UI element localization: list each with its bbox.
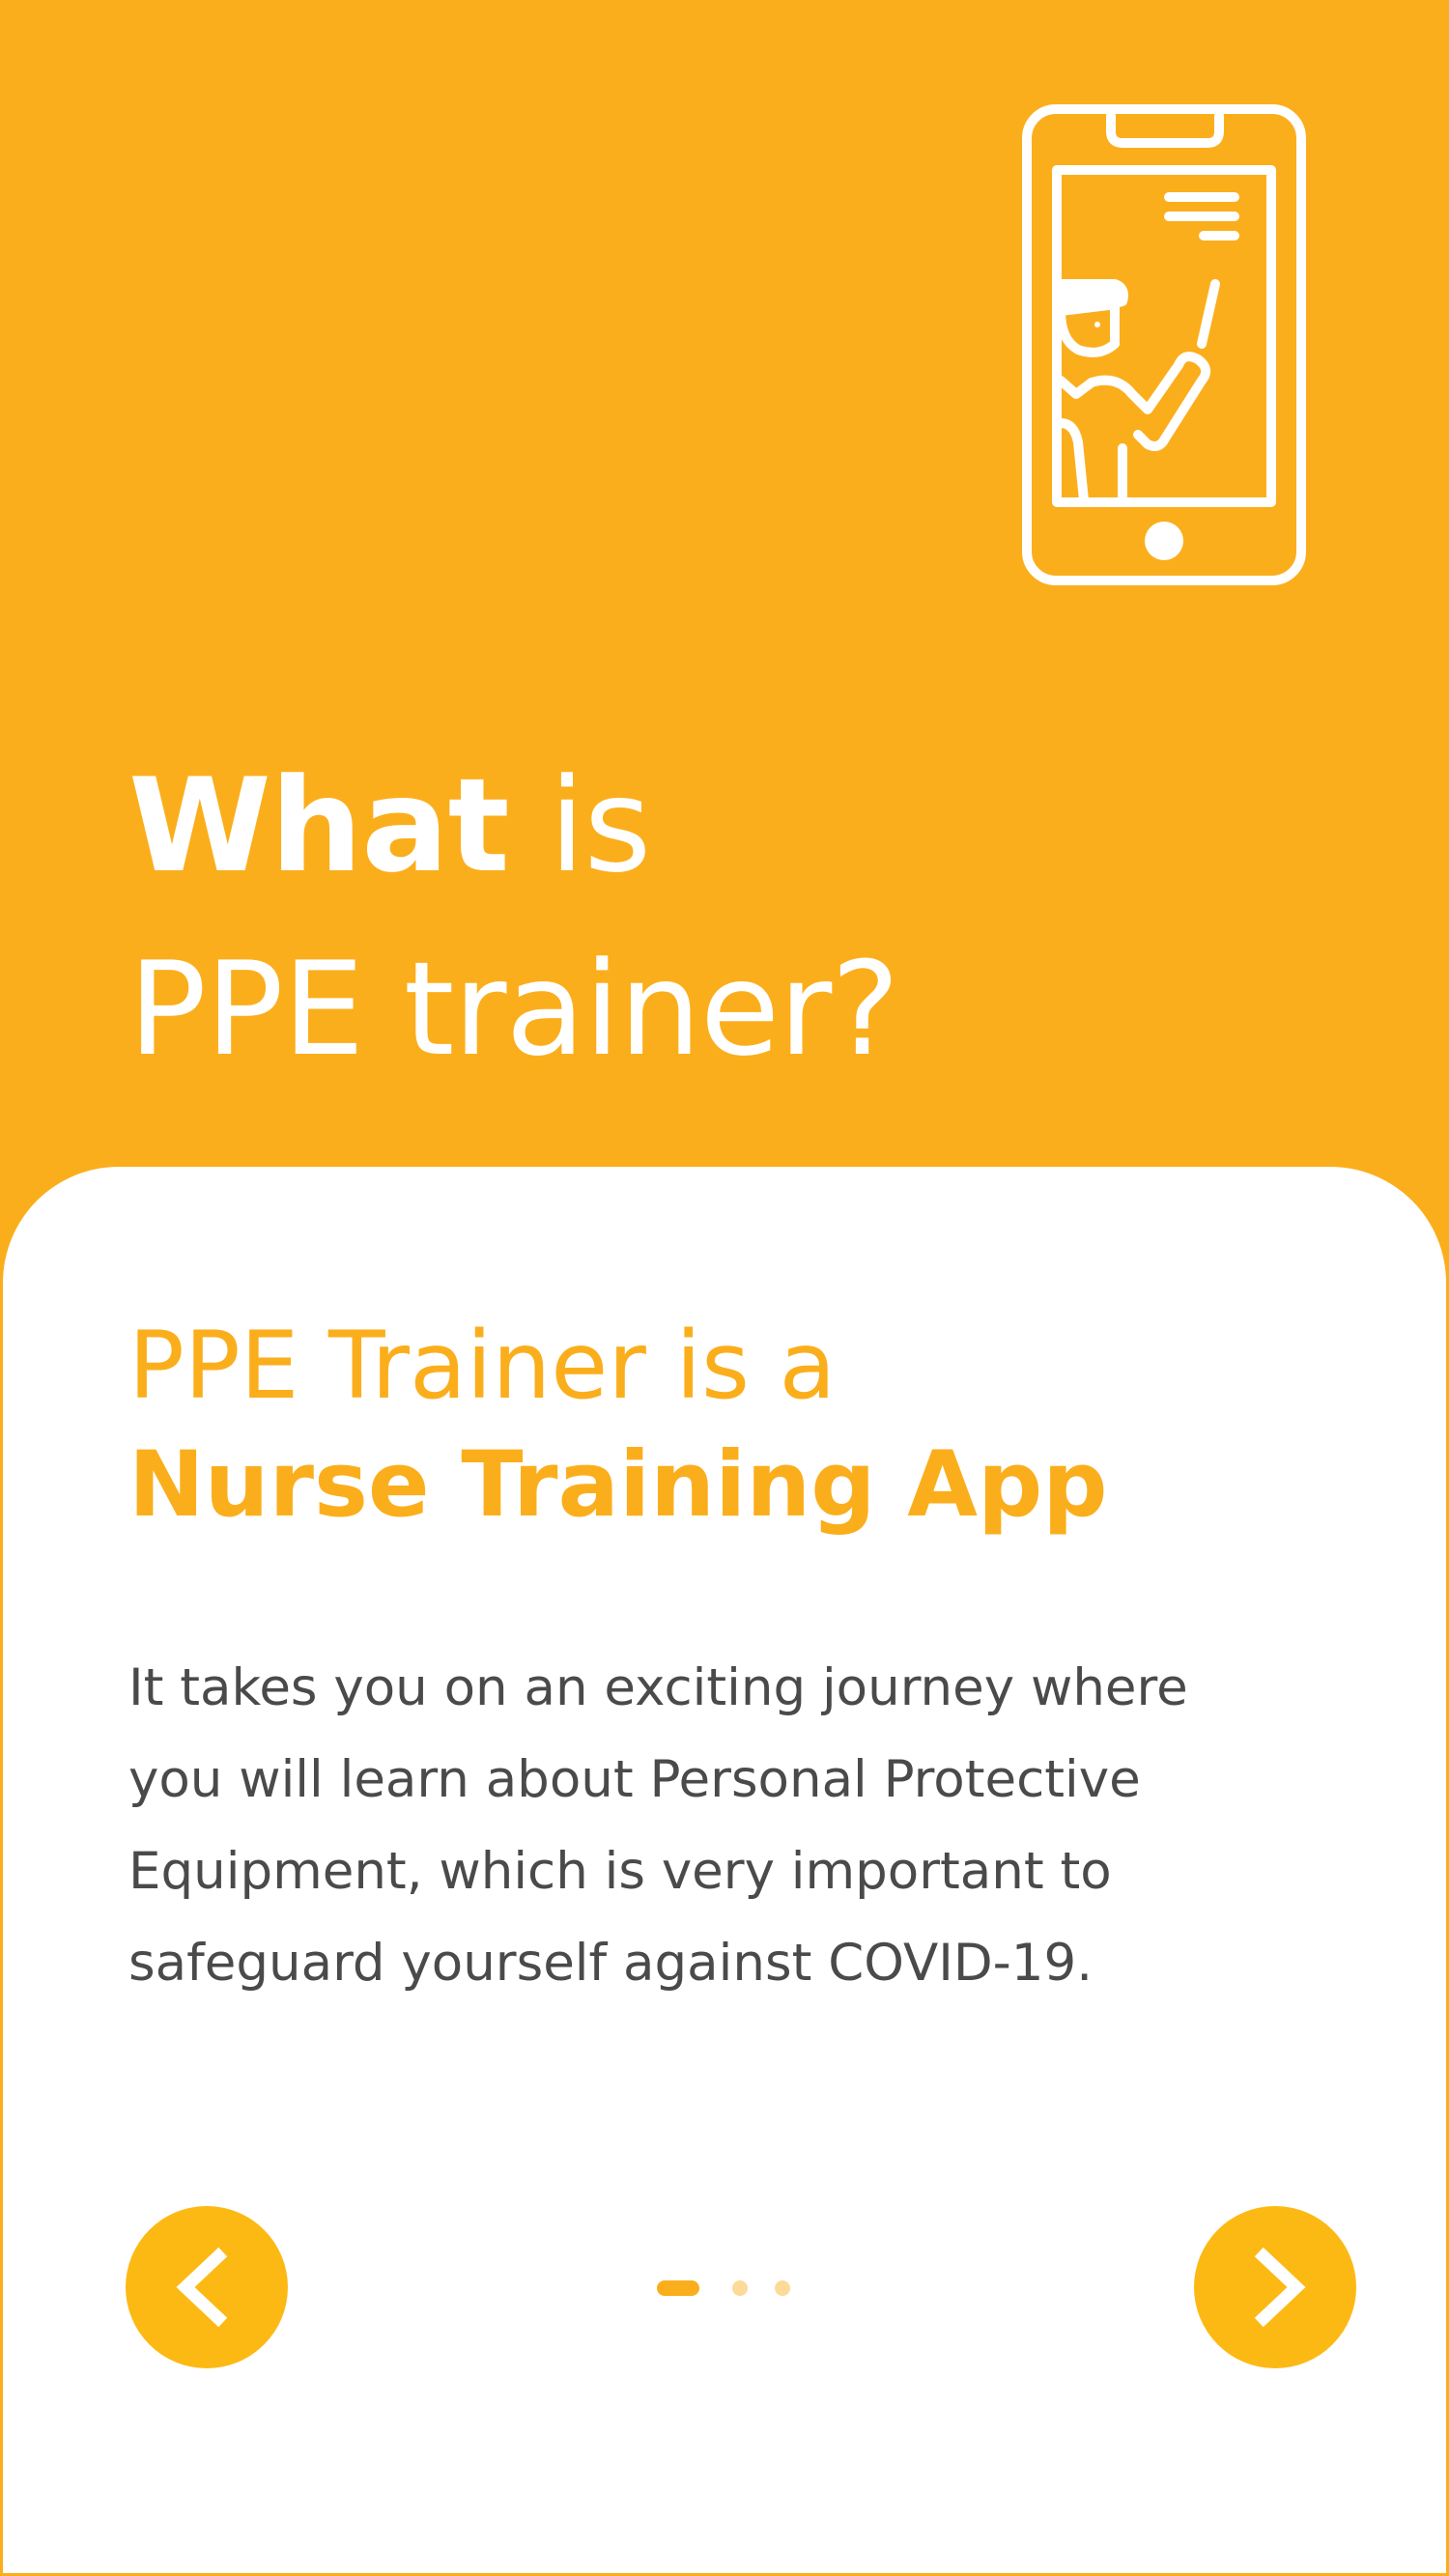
page-dot-3[interactable]	[775, 2280, 790, 2296]
previous-button[interactable]	[126, 2206, 288, 2368]
page-dot-1[interactable]	[657, 2280, 699, 2296]
smartphone-trainer-icon	[1022, 104, 1306, 585]
onboarding-screen: What is PPE trainer? PPE Trainer is a Nu…	[0, 0, 1449, 2576]
hero-title-line2: PPE trainer?	[128, 934, 899, 1085]
card-heading-line1: PPE Trainer is a	[128, 1312, 837, 1420]
chevron-left-icon	[176, 2247, 228, 2328]
page-dot-2[interactable]	[732, 2280, 748, 2296]
hero-title-bold: What	[128, 750, 510, 901]
hero-title-rest: is	[508, 750, 651, 901]
card-heading: PPE Trainer is a Nurse Training App	[128, 1306, 1108, 1545]
card-heading-line2: Nurse Training App	[128, 1432, 1108, 1538]
chevron-right-icon	[1254, 2247, 1306, 2328]
next-button[interactable]	[1194, 2206, 1356, 2368]
hero-title: What is PPE trainer?	[128, 734, 899, 1101]
page-indicator	[657, 2280, 792, 2296]
card-description: It takes you on an exciting journey wher…	[128, 1658, 1188, 1993]
